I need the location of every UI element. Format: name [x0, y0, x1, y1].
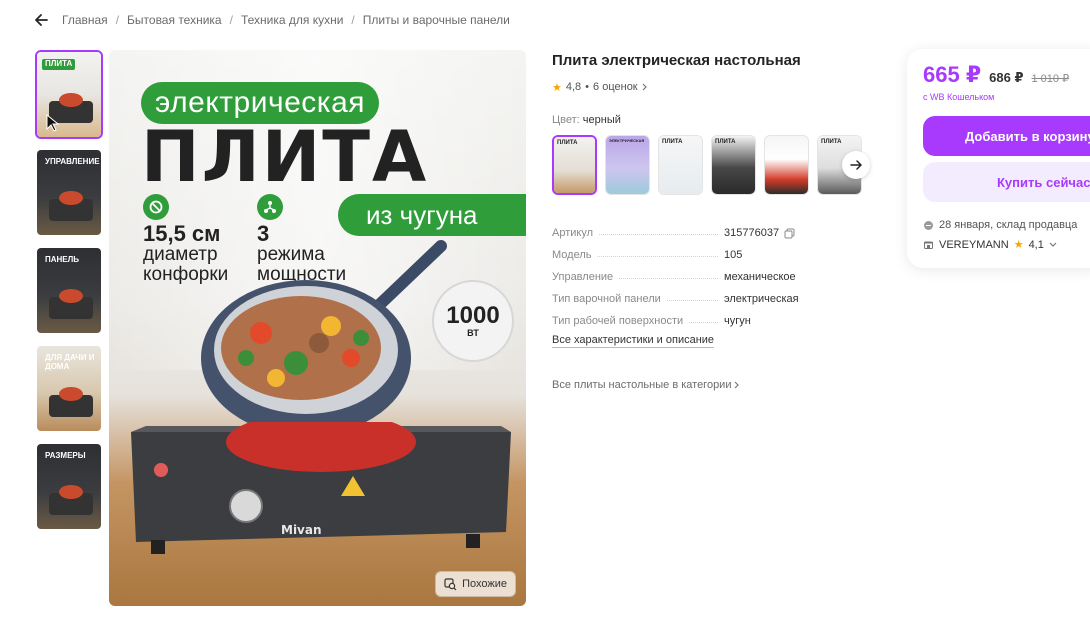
breadcrumb-home[interactable]: Главная	[62, 13, 108, 27]
thumbnail-3[interactable]: ПАНЕЛЬ	[35, 246, 103, 335]
frying-pan-illustration	[201, 240, 447, 436]
category-link[interactable]: Все плиты настольные в категории	[552, 379, 872, 391]
swatch-label: ПЛИТА	[557, 140, 578, 146]
similar-button[interactable]: Похожие	[435, 571, 516, 597]
spec-key: Модель	[552, 249, 592, 261]
spec-value: 105	[724, 249, 743, 261]
rating-row[interactable]: ★ 4,8 • 6 оценок	[552, 79, 872, 95]
product-title: Плита электрическая настольная	[552, 52, 801, 69]
price-card: 665 ₽ 686 ₽ 1 010 ₽ с WB Кошельком Добав…	[907, 49, 1090, 268]
spec-row: Модель 105	[552, 239, 872, 261]
delivery-date: 28 января, склад продавца	[939, 219, 1078, 231]
spec-key: Артикул	[552, 227, 594, 239]
thumbnail-label: ПАНЕЛЬ	[45, 255, 80, 264]
spec-row: Тип рабочей поверхности чугун	[552, 305, 872, 327]
bullet-separator: •	[585, 81, 590, 93]
delivery-info: 28 января, склад продавца	[923, 219, 1077, 231]
spec-value: чугун	[724, 315, 751, 327]
main-product-image[interactable]: электрическая ПЛИТА из чугуна 15,5 см ди…	[109, 50, 526, 606]
brand-logo: Mivan	[281, 523, 322, 537]
modes-icon	[257, 194, 283, 220]
power-value: 1000	[446, 302, 500, 329]
arrow-right-icon	[850, 160, 862, 170]
add-to-cart-button[interactable]: Добавить в корзину	[923, 116, 1090, 156]
spec-value: механическое	[724, 271, 796, 283]
seller-name: VEREYMANN	[939, 238, 1009, 251]
power-unit: ВТ	[467, 328, 479, 338]
star-icon: ★	[552, 81, 562, 94]
breadcrumb-appliances[interactable]: Бытовая техника	[127, 13, 222, 27]
color-swatch-3[interactable]: ПЛИТА	[658, 135, 703, 195]
spec-key: Тип варочной панели	[552, 293, 661, 305]
breadcrumb-separator: /	[229, 13, 233, 27]
spec-value: электрическая	[724, 293, 799, 305]
color-swatches: ПЛИТА ЭЛЕКТРИЧЕСКАЯ ПЛИТА ПЛИТА ПЛИТА	[552, 135, 872, 195]
back-arrow-icon[interactable]	[32, 11, 50, 29]
swatch-label: ЭЛЕКТРИЧЕСКАЯ	[609, 138, 645, 143]
color-label: Цвет: черный	[552, 114, 872, 126]
color-swatch-1[interactable]: ПЛИТА	[552, 135, 597, 195]
box-icon	[924, 220, 933, 230]
spec-value: 315776037	[724, 227, 780, 239]
spec-row: Артикул 315776037	[552, 217, 872, 239]
breadcrumb-separator: /	[115, 13, 120, 27]
shop-icon	[924, 241, 933, 249]
chevron-right-icon	[735, 381, 740, 389]
chevron-down-icon	[1049, 242, 1057, 247]
spec-key: Тип рабочей поверхности	[552, 315, 684, 327]
color-label-key: Цвет:	[552, 114, 580, 126]
hero-title: ПЛИТА	[141, 116, 429, 198]
color-swatch-4[interactable]: ПЛИТА	[711, 135, 756, 195]
breadcrumb-stoves[interactable]: Плиты и варочные панели	[363, 13, 510, 27]
swatch-label: ПЛИТА	[715, 139, 736, 145]
chevron-right-icon	[642, 83, 647, 91]
color-swatch-5[interactable]	[764, 135, 809, 195]
similar-search-icon	[444, 577, 457, 590]
thumbnail-2[interactable]: УПРАВЛЕНИЕ	[35, 148, 103, 237]
star-icon: ★	[1013, 239, 1024, 251]
swatch-label: ПЛИТА	[821, 139, 842, 145]
thumbnail-label: ДЛЯ ДАЧИ И ДОМА	[45, 353, 95, 371]
thumbnail-list: ПЛИТА УПРАВЛЕНИЕ ПАНЕЛЬ ДЛЯ ДАЧИ И ДОМА …	[35, 50, 103, 540]
no-sign-icon	[143, 194, 169, 220]
thumbnail-5[interactable]: РАЗМЕРЫ	[35, 442, 103, 531]
price-row: 665 ₽ 686 ₽ 1 010 ₽	[923, 62, 1069, 88]
reviews-count: 6 оценок	[593, 81, 638, 93]
thumbnail-label: УПРАВЛЕНИЕ	[45, 157, 100, 166]
color-swatch-2[interactable]: ЭЛЕКТРИЧЕСКАЯ	[605, 135, 650, 195]
wallet-note[interactable]: с WB Кошельком	[923, 92, 994, 102]
seller-info[interactable]: VEREYMANN ★ 4,1	[923, 238, 1057, 251]
cursor-icon	[46, 114, 60, 132]
product-info: Плита электрическая настольная ★ 4,8 • 6…	[552, 50, 872, 391]
wallet-price: 665 ₽	[923, 62, 982, 87]
spec-key: Управление	[552, 271, 614, 283]
thumbnail-4[interactable]: ДЛЯ ДАЧИ И ДОМА	[35, 344, 103, 433]
thumbnail-label: РАЗМЕРЫ	[45, 451, 86, 460]
stove-illustration: Mivan	[131, 422, 511, 554]
copy-icon[interactable]	[784, 228, 795, 239]
swatch-label: ПЛИТА	[662, 139, 683, 145]
swatch-next-button[interactable]	[842, 151, 870, 179]
all-specs-link[interactable]: Все характеристики и описание	[552, 334, 715, 348]
specs-table: Артикул 315776037 Модель 105 Управление …	[552, 217, 872, 327]
spec-row: Тип варочной панели электрическая	[552, 283, 872, 305]
category-link-label: Все плиты настольные в категории	[552, 379, 732, 391]
hero-pill-cast-iron: из чугуна	[338, 194, 526, 236]
breadcrumb-kitchen[interactable]: Техника для кухни	[241, 13, 343, 27]
thumbnail-1[interactable]: ПЛИТА	[35, 50, 103, 139]
breadcrumb: Главная / Бытовая техника / Техника для …	[32, 9, 510, 31]
color-label-value: черный	[582, 114, 621, 126]
old-price: 1 010 ₽	[1031, 73, 1070, 85]
regular-price: 686 ₽	[989, 70, 1024, 85]
thumbnail-label: ПЛИТА	[42, 59, 76, 70]
seller-rating: 4,1	[1028, 238, 1044, 251]
rating-value: 4,8	[565, 81, 582, 93]
spec-row: Управление механическое	[552, 261, 872, 283]
breadcrumb-separator: /	[351, 13, 355, 27]
buy-now-button[interactable]: Купить сейчас	[923, 162, 1090, 202]
similar-button-label: Похожие	[462, 578, 507, 590]
